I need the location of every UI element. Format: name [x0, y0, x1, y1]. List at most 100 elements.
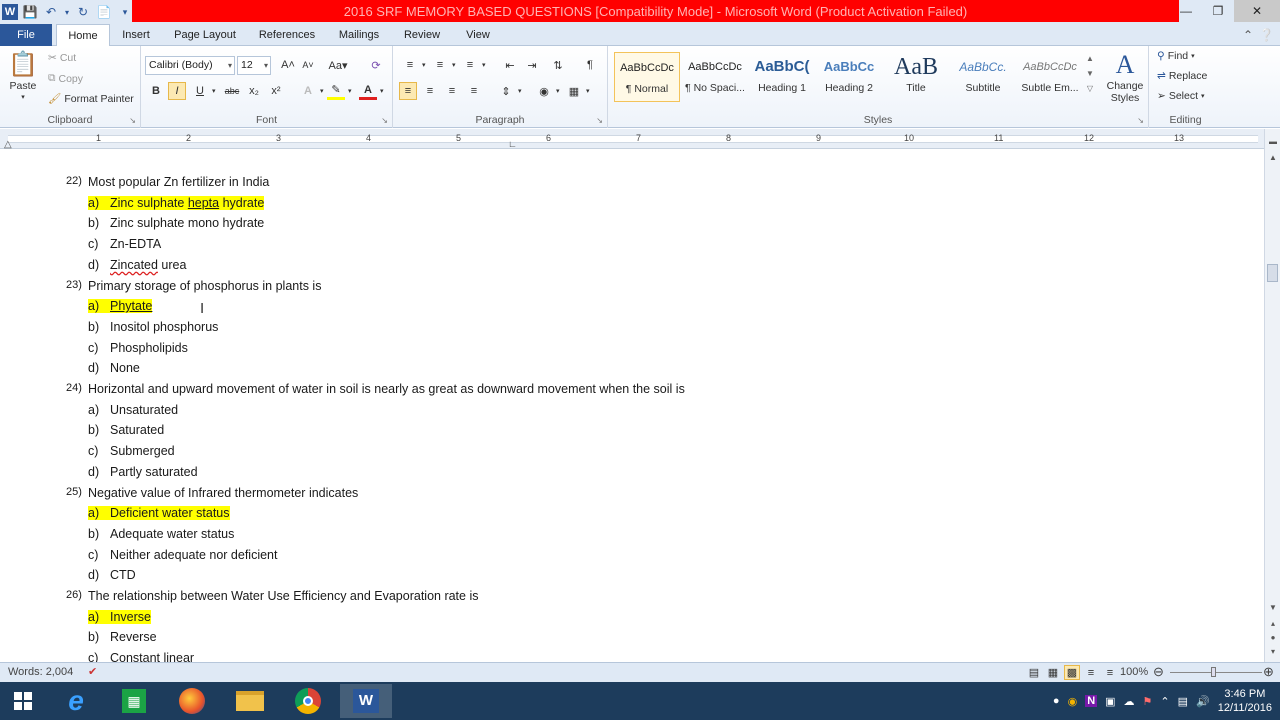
firefox-icon[interactable] [166, 684, 218, 718]
style-subtitle[interactable]: AaBbCc. Subtitle [950, 52, 1016, 102]
tab-review[interactable]: Review [396, 24, 448, 46]
style-heading-2[interactable]: AaBbCc Heading 2 [816, 52, 882, 102]
cloud-icon[interactable]: ☁ [1124, 695, 1135, 708]
draft-icon[interactable]: ≡ [1102, 665, 1118, 680]
text-effects-button[interactable]: A ▾ [299, 82, 324, 100]
clock[interactable]: 3:46 PM 12/11/2016 [1218, 687, 1272, 715]
chrome-tray-icon[interactable]: ◉ [1068, 695, 1078, 708]
align-right-button[interactable]: ≡ [443, 82, 461, 100]
network-tray-icon[interactable]: ▣ [1105, 695, 1115, 708]
dialog-launcher-icon[interactable]: ↘ [129, 116, 136, 125]
italic-button[interactable]: I [168, 82, 186, 100]
full-screen-icon[interactable]: ▦ [1045, 665, 1061, 680]
zoom-level[interactable]: 100% [1120, 666, 1148, 678]
scroll-up-icon[interactable]: ▲ [1265, 149, 1280, 165]
align-center-button[interactable]: ≡ [421, 82, 439, 100]
decrease-indent-button[interactable]: ⇤ [501, 56, 519, 74]
format-painter-button[interactable]: 🖌 Format Painter [48, 92, 134, 106]
onenote-icon[interactable]: N [1085, 695, 1098, 707]
scroll-down-icon[interactable]: ▼ [1265, 599, 1280, 615]
zoom-slider[interactable] [1170, 672, 1262, 673]
chevron-down-icon[interactable]: ▾ [63, 3, 71, 21]
network-icon[interactable]: ▤ [1178, 695, 1188, 708]
bullets-button[interactable]: ≡ ▾ [401, 56, 426, 74]
highlight-button[interactable]: ✎ ▾ [327, 82, 352, 100]
close-button[interactable]: ✕ [1234, 0, 1280, 22]
style-no-spacing[interactable]: AaBbCcDc ¶ No Spaci... [682, 52, 748, 102]
indent-marker[interactable]: △ [4, 139, 12, 150]
line-spacing-button[interactable]: ⇕ ▾ [497, 82, 521, 100]
word-logo-icon[interactable]: W [2, 4, 18, 20]
change-case-button[interactable]: Aa▾ [329, 56, 348, 74]
tab-insert[interactable]: Insert [112, 24, 160, 46]
style-subtle-emphasis[interactable]: AaBbCcDc Subtle Em... [1017, 52, 1083, 102]
justify-button[interactable]: ≡ [465, 82, 483, 100]
show-marks-button[interactable]: ¶ [581, 56, 599, 74]
borders-button[interactable]: ▦ ▾ [565, 82, 590, 100]
document-page[interactable]: 22) Most popular Zn fertilizer in India a)… [0, 150, 1264, 662]
superscript-button[interactable]: x² [267, 82, 285, 100]
start-button[interactable] [0, 684, 46, 718]
increase-indent-button[interactable]: ⇥ [523, 56, 541, 74]
replace-button[interactable]: ⇌ Replace [1157, 70, 1207, 82]
save-icon[interactable]: 💾 [21, 3, 39, 21]
file-explorer-icon[interactable] [224, 684, 276, 718]
volume-icon[interactable]: 🔊 [1196, 695, 1210, 708]
tab-page-layout[interactable]: Page Layout [166, 24, 244, 46]
style-normal[interactable]: AaBbCcDc ¶ Normal [614, 52, 680, 102]
next-page-icon[interactable]: ▾ [1265, 643, 1280, 659]
style-heading-1[interactable]: AaBbC( Heading 1 [749, 52, 815, 102]
proofing-icon[interactable]: ✔ [88, 665, 97, 678]
select-button[interactable]: ➢ Select ▾ [1157, 90, 1205, 102]
copy-button[interactable]: ⧉ Copy [48, 72, 83, 85]
tray-app-icon[interactable]: ● [1053, 695, 1060, 707]
subscript-button[interactable]: x₂ [245, 82, 263, 100]
bold-button[interactable]: B [147, 82, 165, 100]
ruler[interactable]: 1 2 3 4 5 6 7 8 9 10 11 12 13 ∟ △ [0, 129, 1265, 150]
outline-icon[interactable]: ≡ [1083, 665, 1099, 680]
tab-file[interactable]: File [0, 24, 52, 46]
shading-button[interactable]: ◉ ▾ [535, 82, 559, 100]
zoom-in-icon[interactable]: ⊕ [1263, 664, 1274, 680]
font-color-button[interactable]: A ▾ [359, 82, 384, 100]
font-size-select[interactable]: 12 ▾ [237, 56, 271, 75]
tab-mailings[interactable]: Mailings [330, 24, 388, 46]
internet-explorer-icon[interactable]: e [50, 684, 102, 718]
minimize-ribbon-icon[interactable]: ⌃ [1243, 28, 1253, 42]
cut-button[interactable]: ✂ Cut [48, 52, 76, 64]
paste-button[interactable]: 📋 Paste ▾ [8, 50, 38, 101]
action-center-icon[interactable]: ⚑ [1143, 695, 1153, 708]
tab-home[interactable]: Home [56, 24, 110, 47]
strikethrough-button[interactable]: abc [223, 82, 241, 100]
align-left-button[interactable]: ≡ [399, 82, 417, 100]
find-button[interactable]: ⚲ Find ▾ [1157, 50, 1195, 62]
shrink-font-button[interactable]: A˅ [299, 56, 317, 74]
styles-scroll[interactable]: ▲ ▼ ▽ [1086, 54, 1094, 93]
store-icon[interactable]: ▦ [108, 684, 160, 718]
undo-icon[interactable]: ↶ [42, 3, 60, 21]
underline-button[interactable]: U ▾ [191, 82, 216, 100]
zoom-slider-thumb[interactable] [1211, 667, 1216, 677]
dialog-launcher-icon[interactable]: ↘ [596, 116, 603, 125]
grow-font-button[interactable]: A˄ [279, 56, 297, 74]
font-name-select[interactable]: Calibri (Body) ▾ [145, 56, 235, 75]
chrome-icon[interactable] [282, 684, 334, 718]
tab-stop-marker[interactable]: ∟ [508, 139, 517, 149]
multilevel-list-button[interactable]: ≡ ▾ [461, 56, 486, 74]
minimize-button[interactable]: — [1170, 0, 1202, 22]
web-layout-icon[interactable]: ▩ [1064, 665, 1080, 680]
tab-view[interactable]: View [456, 24, 500, 46]
dialog-launcher-icon[interactable]: ↘ [1137, 116, 1144, 125]
show-hidden-icons[interactable]: ⌃ [1160, 695, 1169, 708]
zoom-out-icon[interactable]: ⊖ [1153, 664, 1164, 680]
word-count[interactable]: Words: 2,004 [8, 666, 73, 678]
vertical-scrollbar[interactable]: ▬ ▲ ▼ ▴ ● ▾ [1264, 129, 1280, 662]
style-title[interactable]: AaB Title [883, 52, 949, 102]
tab-references[interactable]: References [252, 24, 322, 46]
numbering-button[interactable]: ≡ ▾ [431, 56, 456, 74]
scroll-thumb[interactable] [1267, 264, 1278, 282]
print-layout-icon[interactable]: ▤ [1026, 665, 1042, 680]
word-taskbar-icon[interactable]: W [340, 684, 392, 718]
clear-formatting-button[interactable]: ⟳ [367, 56, 385, 74]
sort-button[interactable]: ⇅ [549, 56, 567, 74]
